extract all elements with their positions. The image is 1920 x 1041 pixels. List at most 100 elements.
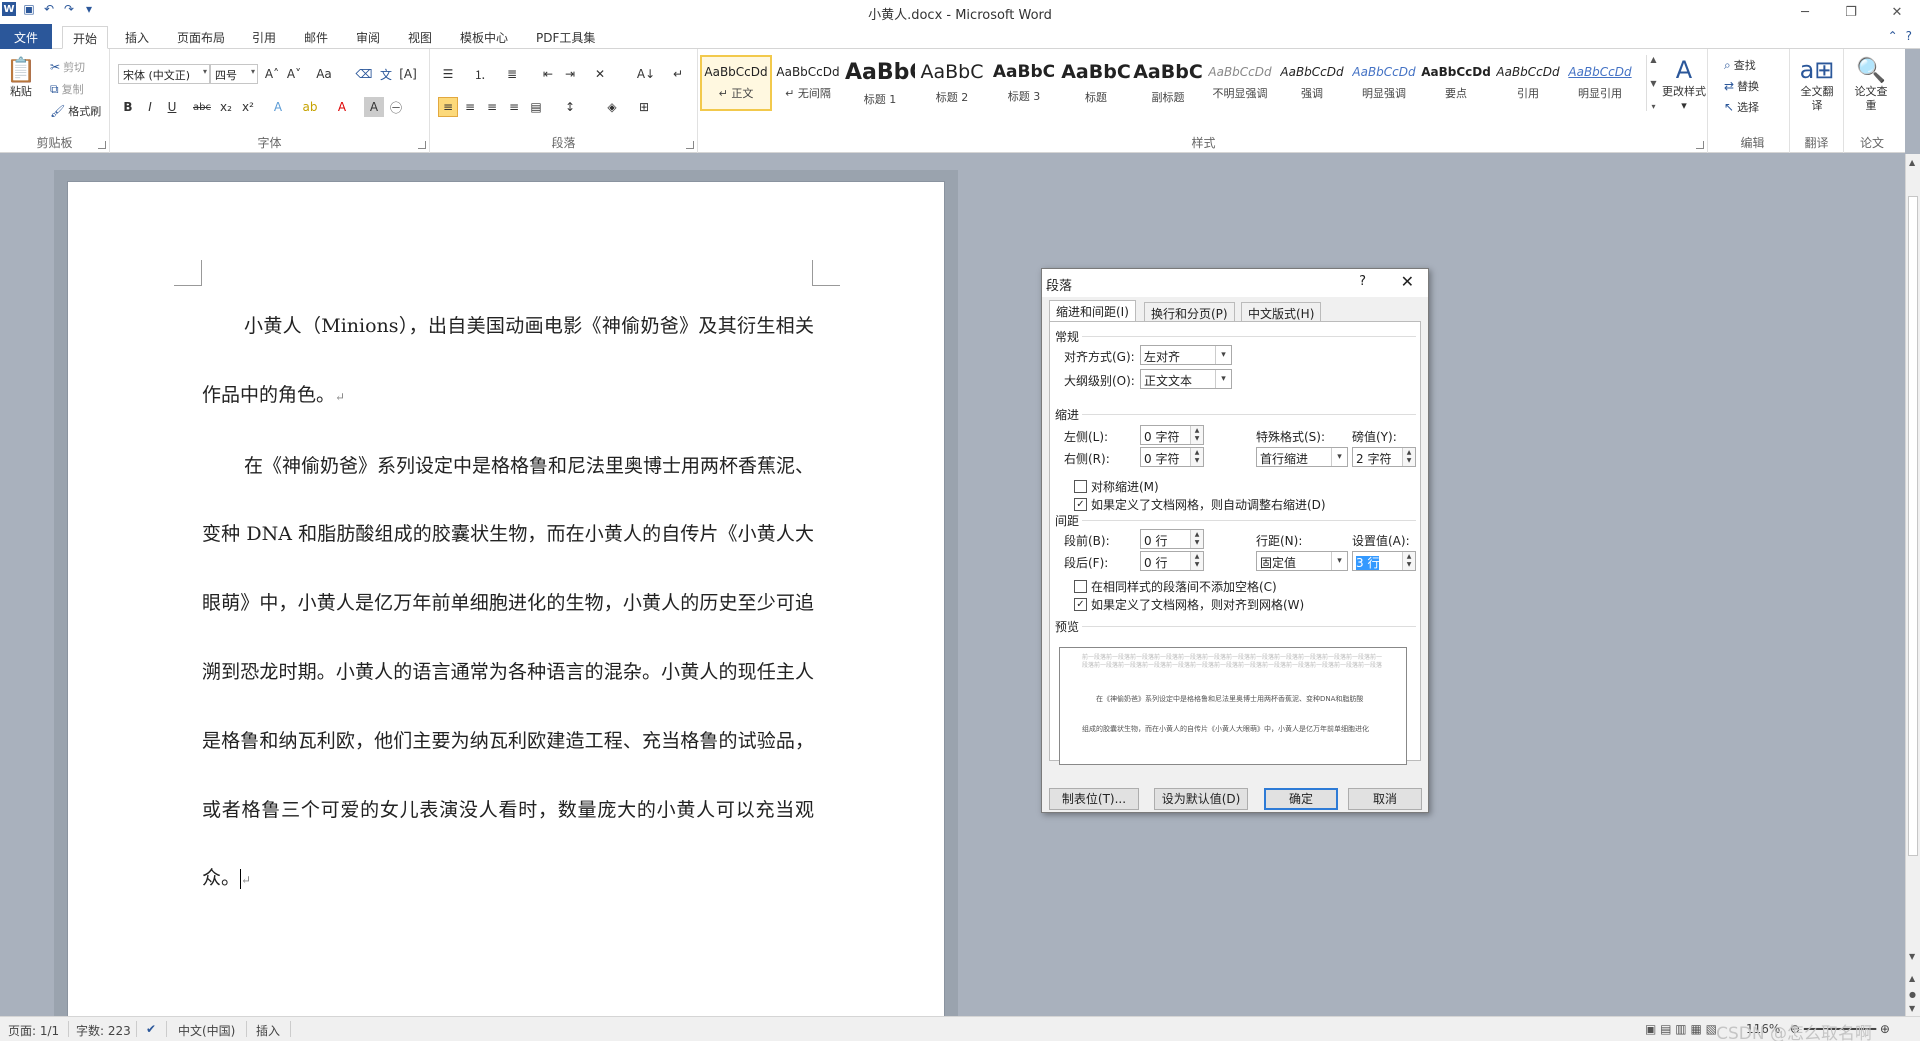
phonetic-icon[interactable]: 文 xyxy=(376,64,396,84)
tab-page-layout[interactable]: 页面布局 xyxy=(167,26,235,49)
browse-object-icon[interactable]: ● xyxy=(1909,990,1916,999)
char-shading-icon[interactable]: A xyxy=(364,97,384,117)
decrease-indent-icon[interactable]: ⇤ xyxy=(538,64,558,84)
cancel-button[interactable]: 取消 xyxy=(1348,788,1422,810)
close-icon[interactable]: ✕ xyxy=(1401,272,1414,291)
set-default-button[interactable]: 设为默认值(D) xyxy=(1154,788,1248,810)
shading-icon[interactable]: ◈ xyxy=(602,97,622,117)
paragraph-launcher-icon[interactable] xyxy=(686,141,694,149)
subscript-icon[interactable]: x₂ xyxy=(216,97,236,117)
special-indent-select[interactable]: 首行缩进 ▾ xyxy=(1256,447,1348,467)
justify-icon[interactable]: ≡ xyxy=(504,97,524,117)
document-body[interactable]: 小黄人（Minions），出自美国动画电影《神偷奶爸》及其衍生相关作品中的角色。… xyxy=(202,292,814,915)
bold-icon[interactable]: B xyxy=(118,97,138,117)
tab-home[interactable]: 开始 xyxy=(62,26,109,49)
bullets-icon[interactable]: ☰ xyxy=(438,64,458,84)
tab-line-page-breaks[interactable]: 换行和分页(P) xyxy=(1144,302,1235,322)
no-space-same-style-checkbox[interactable]: 在相同样式的段落间不添加空格(C) xyxy=(1074,578,1277,595)
styles-gallery-scroll[interactable]: ▲ ▼ ▾ xyxy=(1646,55,1660,111)
align-center-icon[interactable]: ≡ xyxy=(460,97,480,117)
snap-to-grid-checkbox[interactable]: ✓ 如果定义了文档网格，则对齐到网格(W) xyxy=(1074,596,1304,613)
strikethrough-icon[interactable]: abc xyxy=(192,97,212,117)
paragraph-1[interactable]: 小黄人（Minions），出自美国动画电影《神偷奶爸》及其衍生相关作品中的角色。… xyxy=(202,292,814,432)
minimize-icon[interactable]: ─ xyxy=(1782,0,1828,24)
grow-font-icon[interactable]: A˄ xyxy=(262,64,282,84)
paragraph-2[interactable]: 在《神偷奶爸》系列设定中是格格鲁和尼法里奥博士用两杯香蕉泥、变种 DNA 和脂肪… xyxy=(202,432,814,916)
sort-icon[interactable]: A↓ xyxy=(636,64,656,84)
spacing-before-spinner[interactable]: 0 行 ▲ ▼ xyxy=(1140,529,1204,549)
font-launcher-icon[interactable] xyxy=(418,141,426,149)
spinner-arrows-icon[interactable]: ▲ ▼ xyxy=(1402,552,1415,570)
line-spacing-select[interactable]: 固定值 ▾ xyxy=(1256,551,1348,571)
paper-check-button[interactable]: 🔍 论文查重 xyxy=(1852,55,1890,113)
scrollbar-thumb[interactable] xyxy=(1908,196,1918,856)
style-intense-quote[interactable]: AaBbCcDd 明显引用 xyxy=(1564,55,1636,111)
scroll-up-icon[interactable]: ▲ xyxy=(1909,158,1915,167)
tabs-button[interactable]: 制表位(T)... xyxy=(1049,788,1139,810)
cut-button[interactable]: ✂ 剪切 xyxy=(50,59,85,75)
numbering-icon[interactable]: ⒈ xyxy=(470,64,490,84)
tab-references[interactable]: 引用 xyxy=(242,26,286,49)
tab-insert[interactable]: 插入 xyxy=(115,26,159,49)
find-button[interactable]: ⌕ 查找 xyxy=(1724,57,1756,73)
prev-page-icon[interactable]: ▲ xyxy=(1909,974,1915,983)
style-heading-2[interactable]: AaBbC 标题 2 xyxy=(916,55,988,111)
style-intense-emphasis[interactable]: AaBbCcDd 明显强调 xyxy=(1348,55,1420,111)
superscript-icon[interactable]: x² xyxy=(238,97,258,117)
status-insert-mode[interactable]: 插入 xyxy=(256,1022,280,1039)
align-left-icon[interactable]: ≡ xyxy=(438,97,458,117)
format-painter-button[interactable]: 🖌 格式刷 xyxy=(50,103,101,119)
distribute-icon[interactable]: ▤ xyxy=(526,97,546,117)
gallery-down-icon[interactable]: ▼ xyxy=(1650,79,1656,88)
style-subtitle[interactable]: AaBbC 副标题 xyxy=(1132,55,1204,111)
style-title[interactable]: AaBbC 标题 xyxy=(1060,55,1132,111)
auto-adjust-right-indent-checkbox[interactable]: ✓ 如果定义了文档网格，则自动调整右缩进(D) xyxy=(1074,496,1326,513)
tab-asian-typography[interactable]: 中文版式(H) xyxy=(1241,302,1322,322)
font-size-combo[interactable]: 四号 ▾ xyxy=(210,64,258,84)
paste-button[interactable]: 📋 粘贴 xyxy=(6,55,36,99)
style-emphasis[interactable]: AaBbCcDd 强调 xyxy=(1276,55,1348,111)
font-name-combo[interactable]: 宋体 (中文正) ▾ xyxy=(118,64,210,84)
align-right-icon[interactable]: ≡ xyxy=(482,97,502,117)
ok-button[interactable]: 确定 xyxy=(1264,788,1338,810)
status-words[interactable]: 字数: 223 xyxy=(76,1022,131,1039)
show-marks-icon[interactable]: ↵ xyxy=(668,64,688,84)
replace-button[interactable]: ⇄ 替换 xyxy=(1724,78,1759,94)
indent-left-spinner[interactable]: 0 字符 ▲ ▼ xyxy=(1140,425,1204,445)
style-quote[interactable]: AaBbCcDd 引用 xyxy=(1492,55,1564,111)
spacing-at-spinner[interactable]: 3 行 ▲ ▼ xyxy=(1352,551,1416,571)
status-language[interactable]: 中文(中国) xyxy=(178,1022,235,1039)
checkbox-unchecked[interactable] xyxy=(1074,480,1087,493)
tab-review[interactable]: 审阅 xyxy=(346,26,390,49)
tab-indents-spacing[interactable]: 缩进和间距(I) xyxy=(1049,300,1136,322)
style-heading-3[interactable]: AaBbC 标题 3 xyxy=(988,55,1060,111)
checkbox-unchecked[interactable] xyxy=(1074,580,1087,593)
text-effects-icon[interactable]: A xyxy=(268,97,288,117)
borders-icon[interactable]: ⊞ xyxy=(634,97,654,117)
styles-launcher-icon[interactable] xyxy=(1696,141,1704,149)
view-buttons[interactable]: ▣ ▤ ▥ ▦ ▧ xyxy=(1645,1022,1717,1036)
minimize-ribbon-icon[interactable]: ⌃ xyxy=(1888,29,1898,43)
multilevel-list-icon[interactable]: ≣ xyxy=(502,64,522,84)
tab-view[interactable]: 视图 xyxy=(398,26,442,49)
line-spacing-icon[interactable]: ↕ xyxy=(560,97,580,117)
checkbox-checked[interactable]: ✓ xyxy=(1074,598,1087,611)
highlight-icon[interactable]: ab xyxy=(300,97,320,117)
help-icon[interactable]: ? xyxy=(1906,29,1912,43)
tab-mailings[interactable]: 邮件 xyxy=(294,26,338,49)
restore-icon[interactable]: ❐ xyxy=(1828,0,1874,24)
gallery-more-icon[interactable]: ▾ xyxy=(1651,102,1655,111)
clear-format-icon[interactable]: ⌫ xyxy=(354,64,374,84)
spacing-after-spinner[interactable]: 0 行 ▲ ▼ xyxy=(1140,551,1204,571)
char-border-icon[interactable]: [A] xyxy=(398,64,418,84)
style-normal[interactable]: AaBbCcDd ↵ 正文 xyxy=(700,55,772,111)
indent-right-spinner[interactable]: 0 字符 ▲ ▼ xyxy=(1140,447,1204,467)
full-translate-button[interactable]: a⊞ 全文翻译 xyxy=(1798,55,1836,113)
italic-icon[interactable]: I xyxy=(140,97,160,117)
font-color-icon[interactable]: A xyxy=(332,97,352,117)
close-window-icon[interactable]: ✕ xyxy=(1874,0,1920,24)
change-styles-button[interactable]: A 更改样式 ▾ xyxy=(1662,55,1706,113)
proofing-icon[interactable]: ✔ xyxy=(146,1022,156,1036)
style-heading-1[interactable]: AaBbC标题 1 xyxy=(844,55,916,111)
tab-file[interactable]: 文件 xyxy=(0,24,52,49)
